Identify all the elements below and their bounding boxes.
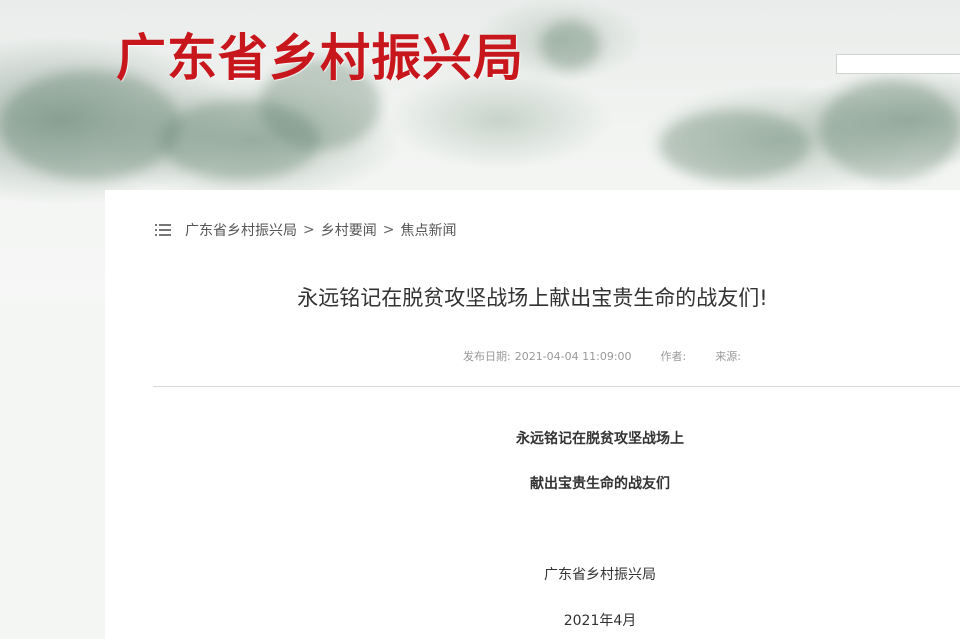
article-meta: 发布日期: 2021-04-04 11:09:00 作者: 来源: — [463, 348, 745, 364]
search-input[interactable] — [836, 54, 960, 74]
author-label: 作者: — [660, 350, 687, 363]
breadcrumb-home-link[interactable]: 广东省乡村振兴局 — [185, 220, 297, 240]
article-title: 永远铭记在脱贫攻坚战场上献出宝贵生命的战友们! — [297, 286, 768, 310]
source-label: 来源: — [715, 350, 741, 363]
body-organization: 广东省乡村振兴局 — [544, 567, 656, 583]
breadcrumb-separator: > — [303, 222, 315, 238]
page: 广东省乡村振兴局 广东省乡村振兴局 > 乡村要闻 > 焦点新闻 永远铭记在脱贫攻… — [0, 0, 960, 639]
banner-tree-decoration — [540, 20, 600, 70]
title-divider — [153, 386, 960, 387]
breadcrumb: 广东省乡村振兴局 > 乡村要闻 > 焦点新闻 — [155, 220, 456, 240]
banner-tree-decoration — [660, 110, 810, 180]
breadcrumb-focus-news-link[interactable]: 焦点新闻 — [400, 220, 456, 240]
breadcrumb-rural-news-link[interactable]: 乡村要闻 — [321, 220, 377, 240]
article-panel: 广东省乡村振兴局 > 乡村要闻 > 焦点新闻 永远铭记在脱贫攻坚战场上献出宝贵生… — [105, 190, 960, 639]
publish-date-value: 2021-04-04 11:09:00 — [514, 350, 632, 363]
body-heading-line-1: 永远铭记在脱贫攻坚战场上 — [516, 431, 684, 447]
body-date: 2021年4月 — [563, 613, 637, 629]
body-heading-line-2: 献出宝贵生命的战友们 — [530, 476, 670, 492]
list-icon — [155, 224, 171, 236]
site-title[interactable]: 广东省乡村振兴局 — [116, 18, 524, 90]
breadcrumb-separator: > — [382, 222, 395, 238]
publish-date-label: 发布日期: — [463, 350, 511, 363]
banner-tree-decoration — [820, 80, 960, 180]
